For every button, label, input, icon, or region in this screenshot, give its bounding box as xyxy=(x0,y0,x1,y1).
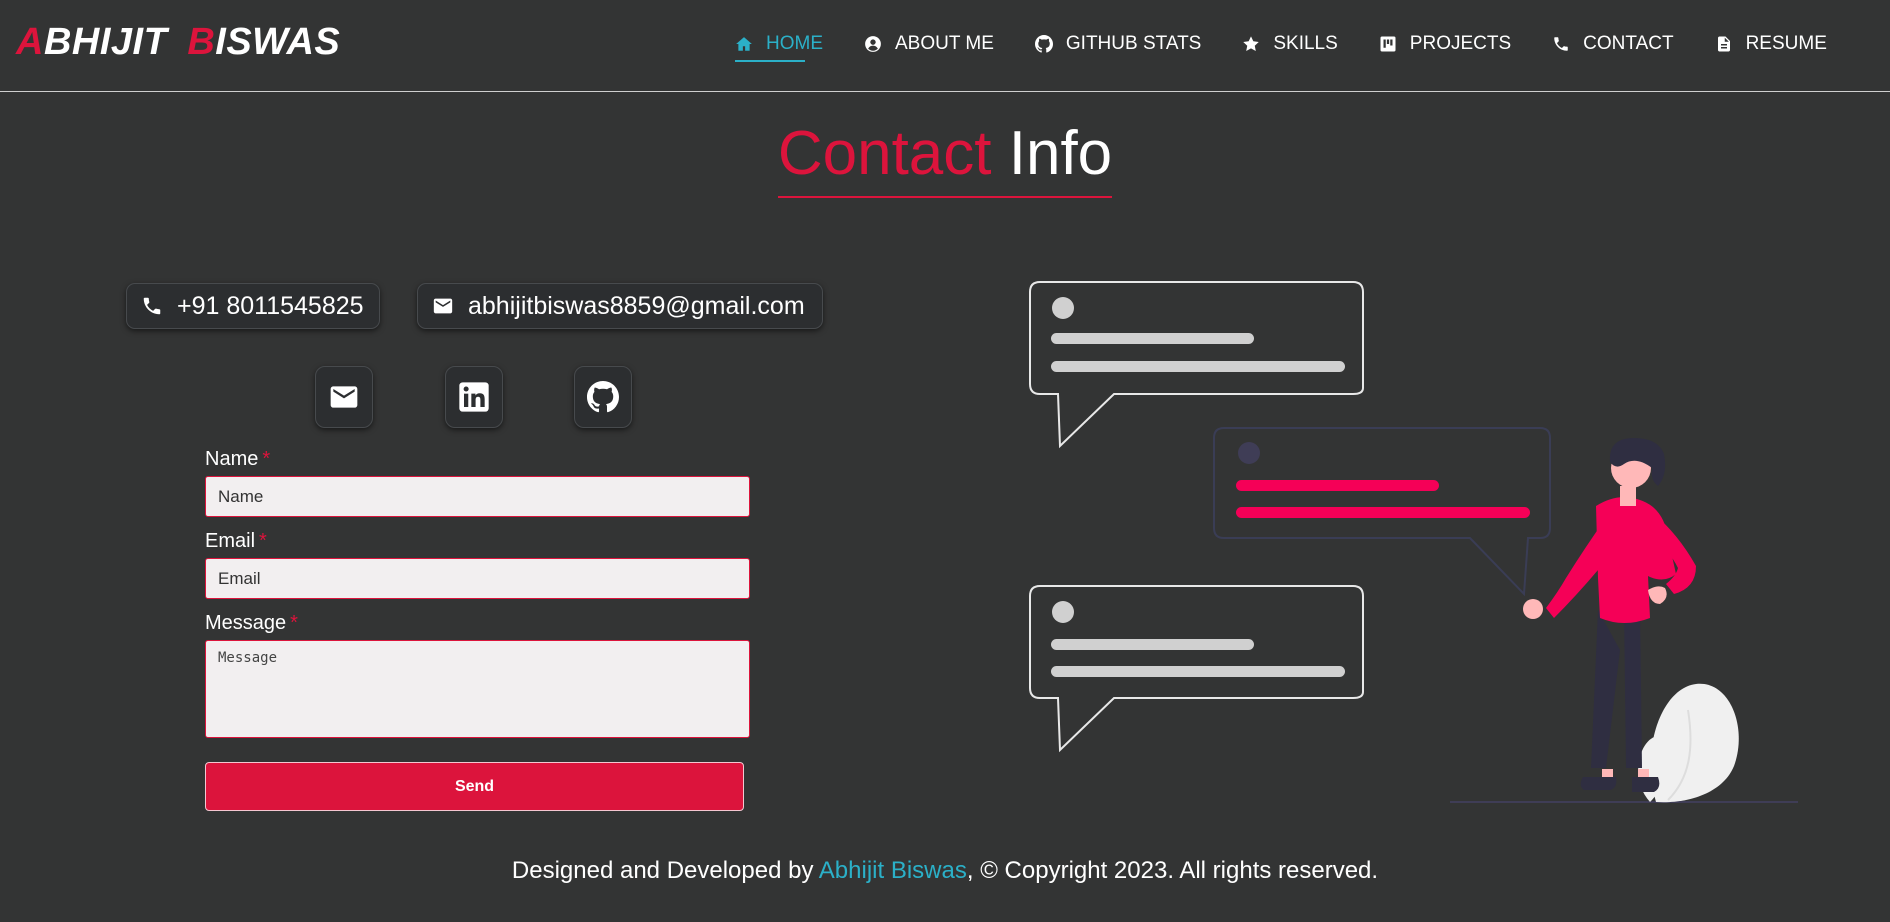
social-mail-button[interactable] xyxy=(315,366,373,428)
required-mark: * xyxy=(290,612,298,634)
nav-label-about: ABOUT ME xyxy=(895,33,994,54)
envelope-icon xyxy=(432,295,454,317)
title-rest: Info xyxy=(1008,119,1113,188)
chat-bubble-middle xyxy=(1213,427,1551,597)
nav-label-contact: CONTACT xyxy=(1583,33,1674,54)
send-button[interactable]: Send xyxy=(205,762,744,811)
email-input[interactable] xyxy=(205,558,750,599)
nav-item-projects[interactable]: PROJECTS xyxy=(1379,28,1511,60)
required-mark: * xyxy=(262,448,271,470)
email-pill[interactable]: abhijitbiswas8859@gmail.com xyxy=(417,283,823,329)
star-icon xyxy=(1242,35,1260,53)
email-label: Email * xyxy=(205,528,751,554)
message-textarea[interactable] xyxy=(205,640,750,738)
email-address: abhijitbiswas8859@gmail.com xyxy=(468,291,805,320)
phone-icon xyxy=(1552,35,1570,53)
phone-number: +91 8011545825 xyxy=(177,291,364,320)
nav-label-home: HOME xyxy=(766,33,823,54)
home-icon xyxy=(735,35,753,53)
chat-bubble-bottom xyxy=(1029,585,1364,753)
brand-logo[interactable]: ABHIJIT BISWAS xyxy=(16,20,340,64)
logo-initial-a: A xyxy=(16,21,44,63)
document-icon xyxy=(1715,35,1733,53)
nav-item-about[interactable]: ABOUT ME xyxy=(864,28,994,60)
page-title: Contact Info xyxy=(777,118,1113,198)
footer-prefix: Designed and Developed by xyxy=(511,857,819,884)
name-label: Name * xyxy=(205,446,751,472)
social-github-button[interactable] xyxy=(574,366,632,428)
nav-item-skills[interactable]: SKILLS xyxy=(1242,28,1338,60)
message-label: Message * xyxy=(205,610,751,636)
nav-label-projects: PROJECTS xyxy=(1409,33,1512,54)
linkedin-icon xyxy=(458,381,490,413)
section-title: Contact Info xyxy=(0,118,1890,198)
github-icon xyxy=(1034,35,1053,53)
chat-person-illustration xyxy=(1029,281,1798,803)
nav-label-github-stats: GITHUB STATS xyxy=(1065,33,1202,54)
envelope-icon xyxy=(328,381,360,413)
kanban-board-icon xyxy=(1379,35,1397,53)
chat-bubble-top xyxy=(1029,281,1364,449)
nav-item-resume[interactable]: RESUME xyxy=(1715,28,1827,60)
site-header: ABHIJIT BISWAS HOME ABOUT ME GITHUB STATS… xyxy=(0,0,1890,92)
name-label-text: Name xyxy=(205,448,259,470)
main-nav: HOME ABOUT ME GITHUB STATS SKILLS PROJEC… xyxy=(735,28,1827,62)
nav-item-github-stats[interactable]: GITHUB STATS xyxy=(1034,28,1202,60)
logo-last-name: ISWAS xyxy=(215,21,341,63)
required-mark: * xyxy=(259,530,267,552)
nav-item-contact[interactable]: CONTACT xyxy=(1552,28,1674,60)
nav-item-home[interactable]: HOME xyxy=(735,28,823,62)
contact-illustration xyxy=(1028,278,1808,808)
site-footer: Designed and Developed by Abhijit Biswas… xyxy=(0,856,1890,886)
footer-author-link[interactable]: Abhijit Biswas xyxy=(819,857,967,884)
email-label-text: Email xyxy=(205,530,256,552)
logo-first-name: BHIJIT xyxy=(43,21,168,63)
phone-icon xyxy=(141,295,163,317)
user-circle-icon xyxy=(864,35,882,53)
github-icon xyxy=(587,381,619,413)
name-input[interactable] xyxy=(205,476,750,517)
title-accent: Contact xyxy=(777,119,992,188)
logo-initial-b: B xyxy=(187,21,216,63)
message-label-text: Message xyxy=(205,612,287,634)
nav-label-resume: RESUME xyxy=(1745,33,1827,54)
phone-pill[interactable]: +91 8011545825 xyxy=(126,283,380,329)
nav-label-skills: SKILLS xyxy=(1273,33,1338,54)
social-linkedin-button[interactable] xyxy=(445,366,503,428)
footer-suffix: , © Copyright 2023. All rights reserved. xyxy=(966,857,1379,884)
contact-form: Name* Email* Message* Send xyxy=(205,446,751,811)
